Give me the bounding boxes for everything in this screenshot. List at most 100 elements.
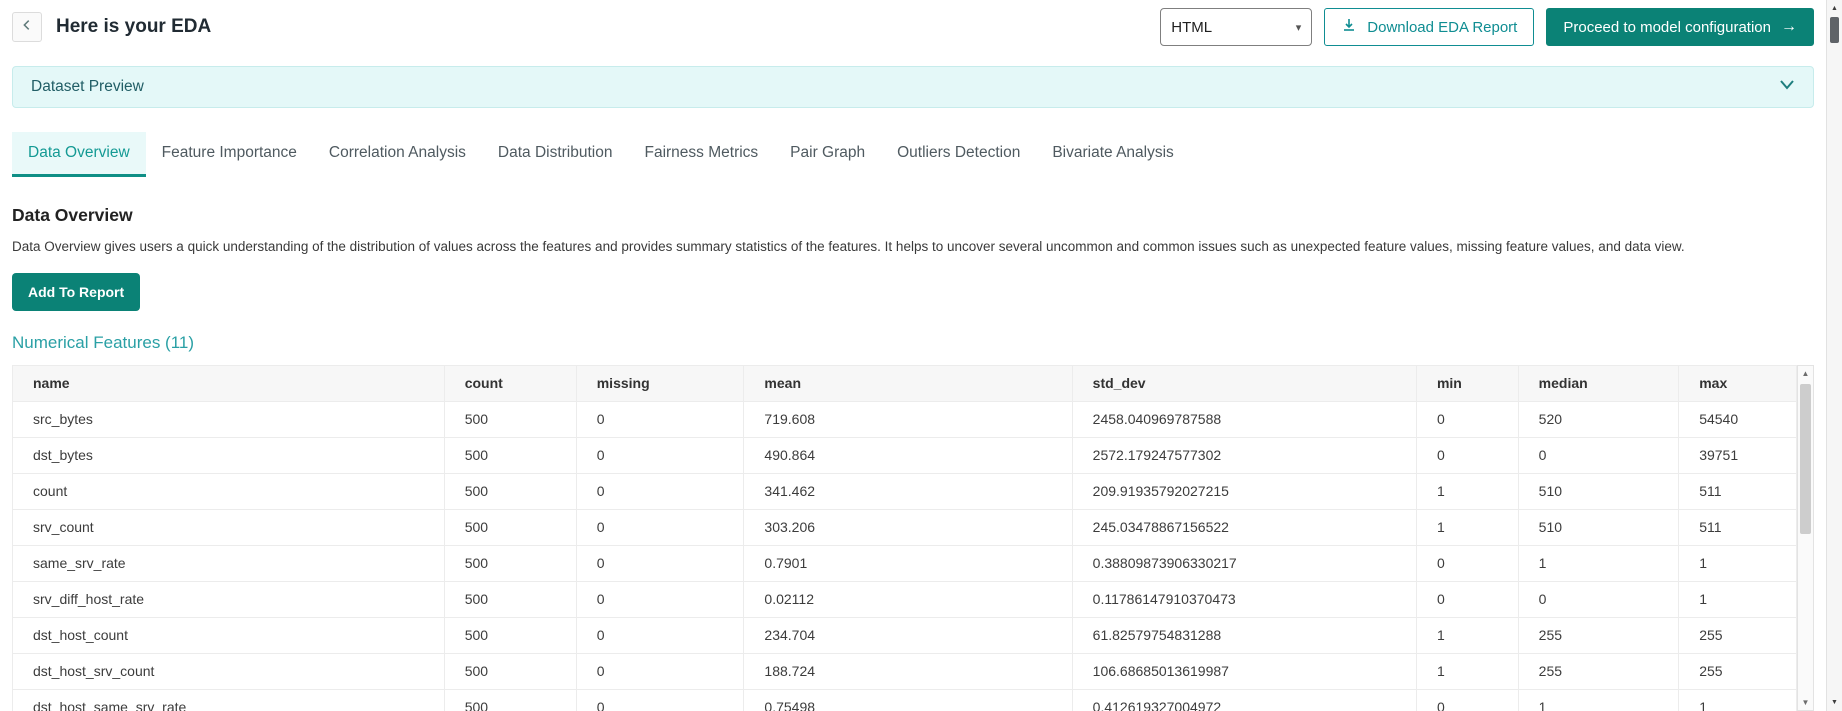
table-cell: 1 [1518,689,1679,711]
table-row: dst_bytes 500 0 490.864 2572.17924757730… [13,437,1797,473]
tab-correlation-analysis[interactable]: Correlation Analysis [313,132,482,177]
section-title: Data Overview [12,205,1814,226]
download-eda-report-button[interactable]: Download EDA Report [1324,8,1534,46]
dataset-preview-label: Dataset Preview [31,78,144,96]
top-header: Here is your EDA HTML ▾ Download EDA Rep… [0,0,1826,52]
table-cell: 0.7901 [744,545,1072,581]
page-title: Here is your EDA [56,16,211,38]
column-header-mean: mean [744,365,1072,401]
tab-feature-importance[interactable]: Feature Importance [146,132,313,177]
data-overview-section: Data Overview Data Overview gives users … [0,177,1826,352]
table-cell: 0.02112 [744,581,1072,617]
proceed-to-model-configuration-button[interactable]: Proceed to model configuration → [1546,8,1814,46]
table-cell: 1 [1416,653,1518,689]
table-cell: 500 [444,401,576,437]
table-cell: 255 [1518,653,1679,689]
table-cell: 341.462 [744,473,1072,509]
chevron-left-icon [20,18,34,37]
table-row: src_bytes 500 0 719.608 2458.04096978758… [13,401,1797,437]
download-button-label: Download EDA Report [1367,19,1517,36]
tab-fairness-metrics[interactable]: Fairness Metrics [628,132,774,177]
column-header-min: min [1416,365,1518,401]
table-row: count 500 0 341.462 209.91935792027215 1… [13,473,1797,509]
table-row: dst_host_count 500 0 234.704 61.82579754… [13,617,1797,653]
table-scrollbar[interactable]: ▲ ▼ [1797,365,1814,711]
table-cell: 490.864 [744,437,1072,473]
table-cell: dst_host_count [13,617,445,653]
column-header-name: name [13,365,445,401]
table-cell: 245.03478867156522 [1072,509,1416,545]
table-cell: 255 [1679,617,1797,653]
table-wrapper: name count missing mean std_dev min medi… [12,365,1797,711]
column-header-std-dev: std_dev [1072,365,1416,401]
proceed-button-label: Proceed to model configuration [1563,19,1771,36]
table-cell: 510 [1518,509,1679,545]
table-cell: 1 [1518,545,1679,581]
tab-data-distribution[interactable]: Data Distribution [482,132,629,177]
scroll-up-icon[interactable]: ▲ [1798,366,1813,382]
table-cell: 255 [1518,617,1679,653]
page-scrollbar-thumb[interactable] [1830,17,1839,43]
table-cell: 39751 [1679,437,1797,473]
table-cell: 61.82579754831288 [1072,617,1416,653]
table-cell: 1 [1416,509,1518,545]
table-cell: 0 [576,437,744,473]
table-cell: 0 [576,509,744,545]
table-cell: same_srv_rate [13,545,445,581]
table-cell: 255 [1679,653,1797,689]
table-cell: dst_host_same_srv_rate [13,689,445,711]
table-cell: 1 [1416,473,1518,509]
table-cell: 0.412619327004972 [1072,689,1416,711]
table-cell: 0 [576,689,744,711]
back-button[interactable] [12,12,42,42]
table-cell: 500 [444,545,576,581]
tab-pair-graph[interactable]: Pair Graph [774,132,881,177]
table-cell: 0 [576,617,744,653]
tab-outliers-detection[interactable]: Outliers Detection [881,132,1036,177]
column-header-median: median [1518,365,1679,401]
page-scrollbar[interactable]: ▲ ▼ [1826,0,1842,711]
table-cell: 0.75498 [744,689,1072,711]
table-cell: 500 [444,473,576,509]
table-cell: 1 [1679,545,1797,581]
table-cell: 500 [444,509,576,545]
dataset-preview-banner[interactable]: Dataset Preview [12,66,1814,108]
chevron-down-icon: ▾ [1296,21,1302,34]
table-cell: dst_host_srv_count [13,653,445,689]
scroll-down-icon[interactable]: ▼ [1798,694,1813,710]
table-scrollbar-thumb[interactable] [1800,384,1811,534]
eda-tabs: Data Overview Feature Importance Correla… [12,132,1814,177]
column-header-missing: missing [576,365,744,401]
table-cell: 0 [1416,689,1518,711]
chevron-down-icon [1779,78,1795,96]
table-cell: 0 [576,581,744,617]
table-row: same_srv_rate 500 0 0.7901 0.38809873906… [13,545,1797,581]
table-cell: 2572.179247577302 [1072,437,1416,473]
report-format-value: HTML [1171,19,1212,36]
table-cell: 511 [1679,473,1797,509]
header-left: Here is your EDA [12,12,211,42]
report-format-select[interactable]: HTML ▾ [1160,8,1312,46]
tab-data-overview[interactable]: Data Overview [12,132,146,177]
column-header-count: count [444,365,576,401]
table-cell: 0 [1518,437,1679,473]
header-actions: HTML ▾ Download EDA Report Proceed to mo… [1160,8,1814,46]
table-cell: 0.11786147910370473 [1072,581,1416,617]
table-cell: 511 [1679,509,1797,545]
table-cell: 303.206 [744,509,1072,545]
table-row: srv_diff_host_rate 500 0 0.02112 0.11786… [13,581,1797,617]
table-cell: 1 [1416,617,1518,653]
table-cell: 1 [1679,581,1797,617]
scroll-up-icon[interactable]: ▲ [1827,1,1842,16]
scroll-down-icon[interactable]: ▼ [1827,695,1842,710]
table-cell: 520 [1518,401,1679,437]
table-cell: dst_bytes [13,437,445,473]
tab-bivariate-analysis[interactable]: Bivariate Analysis [1036,132,1189,177]
table-cell: 500 [444,653,576,689]
table-row: srv_count 500 0 303.206 245.034788671565… [13,509,1797,545]
add-to-report-button[interactable]: Add To Report [12,273,140,311]
table-row: dst_host_same_srv_rate 500 0 0.75498 0.4… [13,689,1797,711]
table-cell: count [13,473,445,509]
table-cell: 0 [576,545,744,581]
table-cell: 188.724 [744,653,1072,689]
